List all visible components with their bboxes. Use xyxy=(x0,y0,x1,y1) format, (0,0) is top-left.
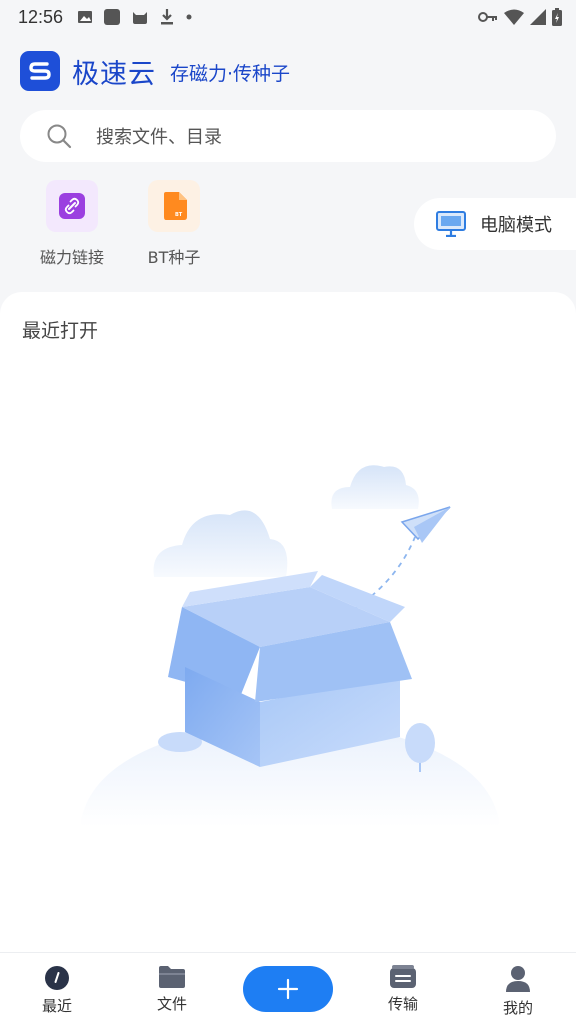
person-icon xyxy=(506,966,530,992)
clock-icon xyxy=(45,966,69,990)
pc-mode-button[interactable]: 电脑模式 xyxy=(414,198,576,250)
monitor-icon xyxy=(436,211,466,237)
nav-me[interactable]: 我的 xyxy=(478,965,558,1018)
app-name: 极速云 xyxy=(72,58,156,90)
link-icon xyxy=(59,193,85,219)
nav-label: 最近 xyxy=(41,997,72,1015)
app-tagline: 存磁力·传种子 xyxy=(170,63,291,85)
square-app-icon xyxy=(104,9,121,25)
plus-icon xyxy=(277,978,299,1000)
recent-panel: 最近打开 xyxy=(0,292,576,952)
nav-recent[interactable]: 最近 xyxy=(17,965,97,1016)
status-time: 12:56 xyxy=(18,6,64,27)
pc-mode-label: 电脑模式 xyxy=(480,215,552,236)
cat-app-icon xyxy=(133,12,148,24)
transfer-icon xyxy=(390,965,416,988)
app-logo-icon xyxy=(20,51,60,91)
search-placeholder: 搜索文件、目录 xyxy=(96,127,222,148)
folder-icon xyxy=(159,966,185,988)
bottom-navigation: 最近 文件 传输 我的 xyxy=(0,952,576,1024)
nav-label: 传输 xyxy=(387,995,418,1013)
nav-transfer[interactable]: 传输 xyxy=(363,965,443,1014)
signal-icon xyxy=(530,9,546,25)
nav-files[interactable]: 文件 xyxy=(132,965,212,1014)
status-system-icons xyxy=(478,8,562,26)
nav-label: 文件 xyxy=(156,995,187,1013)
image-icon xyxy=(78,11,93,23)
nav-label: 我的 xyxy=(502,999,533,1017)
tool-label: 磁力链接 xyxy=(39,248,104,267)
add-button[interactable] xyxy=(243,966,333,1012)
bt-file-icon: BT xyxy=(164,192,187,220)
key-icon xyxy=(478,12,497,22)
status-bar: 12:56 xyxy=(0,0,576,34)
tool-magnet-link[interactable]: 磁力链接 xyxy=(27,180,117,268)
search-icon xyxy=(47,124,72,149)
svg-text:BT: BT xyxy=(175,212,183,218)
status-notification-icons xyxy=(77,8,193,26)
app-header: 极速云 存磁力·传种子 xyxy=(20,50,290,92)
recent-title: 最近打开 xyxy=(22,320,99,342)
magnet-link-tile xyxy=(46,180,98,232)
download-icon xyxy=(161,9,174,25)
dot-icon xyxy=(186,14,192,20)
search-bar[interactable]: 搜索文件、目录 xyxy=(20,110,556,162)
empty-box-illustration xyxy=(80,465,500,827)
battery-icon xyxy=(552,8,562,26)
bt-seed-tile: BT xyxy=(148,180,200,232)
tool-label: BT种子 xyxy=(147,248,201,267)
wifi-icon xyxy=(504,9,524,25)
tool-bt-seed[interactable]: BT BT种子 xyxy=(129,180,219,268)
